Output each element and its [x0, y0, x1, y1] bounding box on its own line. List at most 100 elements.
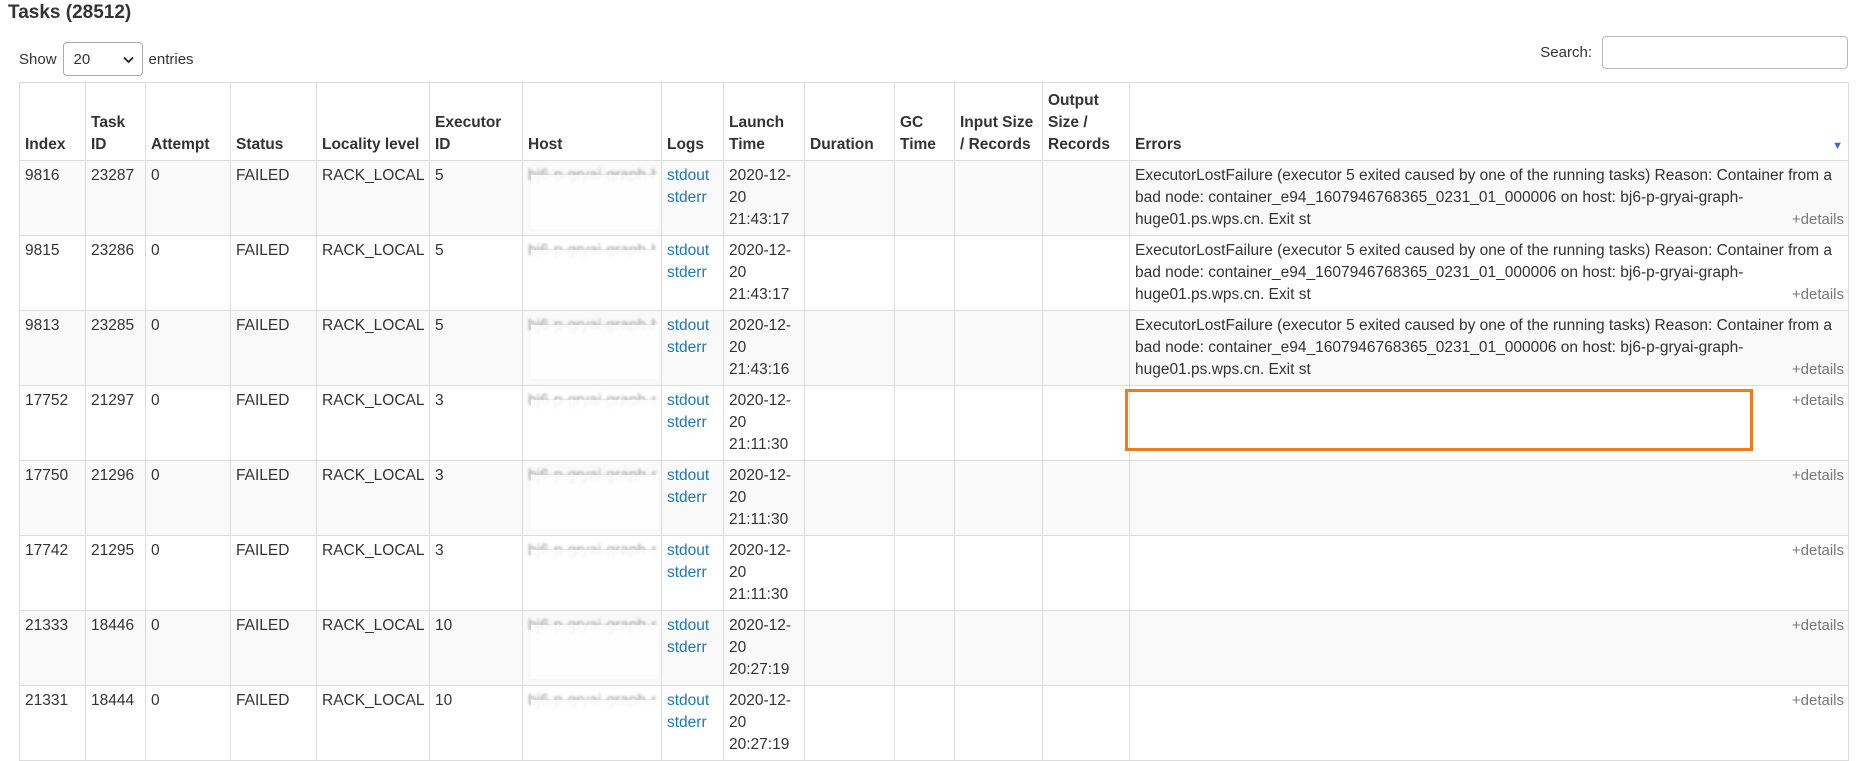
cell-input-size	[954, 685, 1043, 761]
cell-output-size	[1042, 160, 1130, 236]
host-text: bj6-p-gryai-graph-spark10.ps.wps.cn	[528, 542, 656, 559]
column-header-executor-id[interactable]: Executor ID	[429, 82, 523, 161]
cell-errors: ExecutorLostFailure (executor 5 exited c…	[1129, 160, 1849, 236]
stdout-link[interactable]: stdout	[667, 465, 718, 487]
column-header-attempt[interactable]: Attempt	[145, 82, 231, 161]
cell-status: FAILED	[230, 235, 317, 311]
stdout-link[interactable]: stdout	[667, 390, 718, 412]
stderr-link[interactable]: stderr	[667, 712, 718, 734]
cell-attempt: 0	[145, 460, 231, 536]
cell-task-id: 23285	[85, 310, 146, 386]
cell-index: 17742	[19, 535, 86, 611]
cell-locality: RACK_LOCAL	[316, 610, 430, 686]
cell-logs: stdout stderr	[661, 160, 724, 236]
stderr-link[interactable]: stderr	[667, 637, 718, 659]
cell-host: bj6-p-gryai-graph-huge01.ps.wps.cn	[522, 310, 662, 386]
host-text: bj6-p-gryai-graph-huge01.ps.wps.cn	[528, 167, 656, 184]
cell-host: bj6-p-gryai-graph-huge01.ps.wps.cn	[522, 160, 662, 236]
column-header-status[interactable]: Status	[230, 82, 317, 161]
stdout-link[interactable]: stdout	[667, 240, 718, 262]
cell-status: FAILED	[230, 385, 317, 461]
cell-task-id: 18446	[85, 610, 146, 686]
cell-launch-time: 2020-12-20 21:43:17	[723, 235, 805, 311]
highlight-box	[1125, 389, 1753, 451]
host-text: bj6-p-gryai-graph-spark10.ps.wps.cn	[528, 617, 656, 634]
stdout-link[interactable]: stdout	[667, 615, 718, 637]
column-header-index[interactable]: Index	[19, 82, 86, 161]
cell-errors: +details	[1129, 460, 1849, 536]
cell-launch-time: 2020-12-20 20:27:19	[723, 610, 805, 686]
cell-input-size	[954, 235, 1043, 311]
cell-executor-id: 3	[429, 460, 523, 536]
stderr-link[interactable]: stderr	[667, 262, 718, 284]
cell-task-id: 18444	[85, 685, 146, 761]
cell-executor-id: 3	[429, 535, 523, 611]
cell-host: bj6-p-gryai-graph-huge01.ps.wps.cn	[522, 235, 662, 311]
cell-errors: ExecutorLostFailure (executor 5 exited c…	[1129, 235, 1849, 311]
host-text: bj6-p-gryai-graph-spark10.ps.wps.cn	[528, 392, 656, 409]
stdout-link[interactable]: stdout	[667, 690, 718, 712]
cell-attempt: 0	[145, 160, 231, 236]
stdout-link[interactable]: stdout	[667, 315, 718, 337]
error-text: ExecutorLostFailure (executor 5 exited c…	[1135, 167, 1833, 228]
cell-host: bj6-p-gryai-graph-spark10.ps.wps.cn	[522, 385, 662, 461]
cell-input-size	[954, 385, 1043, 461]
column-header-task-id[interactable]: Task ID	[85, 82, 146, 161]
cell-input-size	[954, 460, 1043, 536]
cell-launch-time: 2020-12-20 20:27:19	[723, 685, 805, 761]
cell-gc-time	[894, 685, 955, 761]
table-row: 9816 23287 0 FAILED RACK_LOCAL 5 bj6-p-g…	[19, 160, 1849, 236]
stderr-link[interactable]: stderr	[667, 562, 718, 584]
column-header-locality-level[interactable]: Locality level	[316, 82, 430, 161]
table-row: 17742 21295 0 FAILED RACK_LOCAL 3 bj6-p-…	[19, 535, 1849, 611]
column-header-launch-time[interactable]: Launch Time	[723, 82, 805, 161]
column-header-duration[interactable]: Duration	[804, 82, 895, 161]
cell-host: bj6-p-gryai-graph-spark10.ps.wps.cn	[522, 460, 662, 536]
cell-index: 9816	[19, 160, 86, 236]
cell-errors: +details	[1129, 685, 1849, 761]
cell-task-id: 21295	[85, 535, 146, 611]
host-text: bj6-p-gryai-graph-spark10.ps.wps.cn	[528, 692, 656, 709]
details-toggle[interactable]: +details	[1792, 690, 1844, 712]
column-header-errors[interactable]: Errors ▼	[1129, 82, 1849, 161]
details-toggle[interactable]: +details	[1792, 540, 1844, 562]
column-header-gc-time[interactable]: GC Time	[894, 82, 955, 161]
cell-logs: stdout stderr	[661, 460, 724, 536]
details-toggle[interactable]: +details	[1792, 209, 1844, 231]
stdout-link[interactable]: stdout	[667, 540, 718, 562]
cell-locality: RACK_LOCAL	[316, 460, 430, 536]
cell-logs: stdout stderr	[661, 685, 724, 761]
column-header-input-size[interactable]: Input Size / Records	[954, 82, 1043, 161]
cell-executor-id: 5	[429, 160, 523, 236]
column-header-output-size[interactable]: Output Size / Records	[1042, 82, 1130, 161]
cell-locality: RACK_LOCAL	[316, 235, 430, 311]
stderr-link[interactable]: stderr	[667, 187, 718, 209]
stderr-link[interactable]: stderr	[667, 412, 718, 434]
entries-select[interactable]: 20	[62, 42, 143, 76]
error-text: ExecutorLostFailure (executor 5 exited c…	[1135, 317, 1833, 378]
details-toggle[interactable]: +details	[1792, 465, 1844, 487]
cell-duration	[804, 310, 895, 386]
stdout-link[interactable]: stdout	[667, 165, 718, 187]
stderr-link[interactable]: stderr	[667, 487, 718, 509]
search-input[interactable]	[1602, 36, 1848, 69]
stderr-link[interactable]: stderr	[667, 337, 718, 359]
cell-errors: ExecutorLostFailure (executor 5 exited c…	[1129, 310, 1849, 386]
cell-gc-time	[894, 235, 955, 311]
cell-status: FAILED	[230, 535, 317, 611]
search-control: Search:	[1540, 36, 1848, 69]
details-toggle[interactable]: +details	[1792, 615, 1844, 637]
cell-attempt: 0	[145, 310, 231, 386]
details-toggle[interactable]: +details	[1792, 284, 1844, 306]
cell-duration	[804, 685, 895, 761]
column-header-host[interactable]: Host	[522, 82, 662, 161]
cell-launch-time: 2020-12-20 21:43:16	[723, 310, 805, 386]
details-toggle[interactable]: +details	[1792, 390, 1844, 412]
cell-duration	[804, 385, 895, 461]
table-row: 17750 21296 0 FAILED RACK_LOCAL 3 bj6-p-…	[19, 460, 1849, 536]
cell-logs: stdout stderr	[661, 610, 724, 686]
column-header-logs[interactable]: Logs	[661, 82, 724, 161]
cell-output-size	[1042, 685, 1130, 761]
cell-output-size	[1042, 535, 1130, 611]
details-toggle[interactable]: +details	[1792, 359, 1844, 381]
